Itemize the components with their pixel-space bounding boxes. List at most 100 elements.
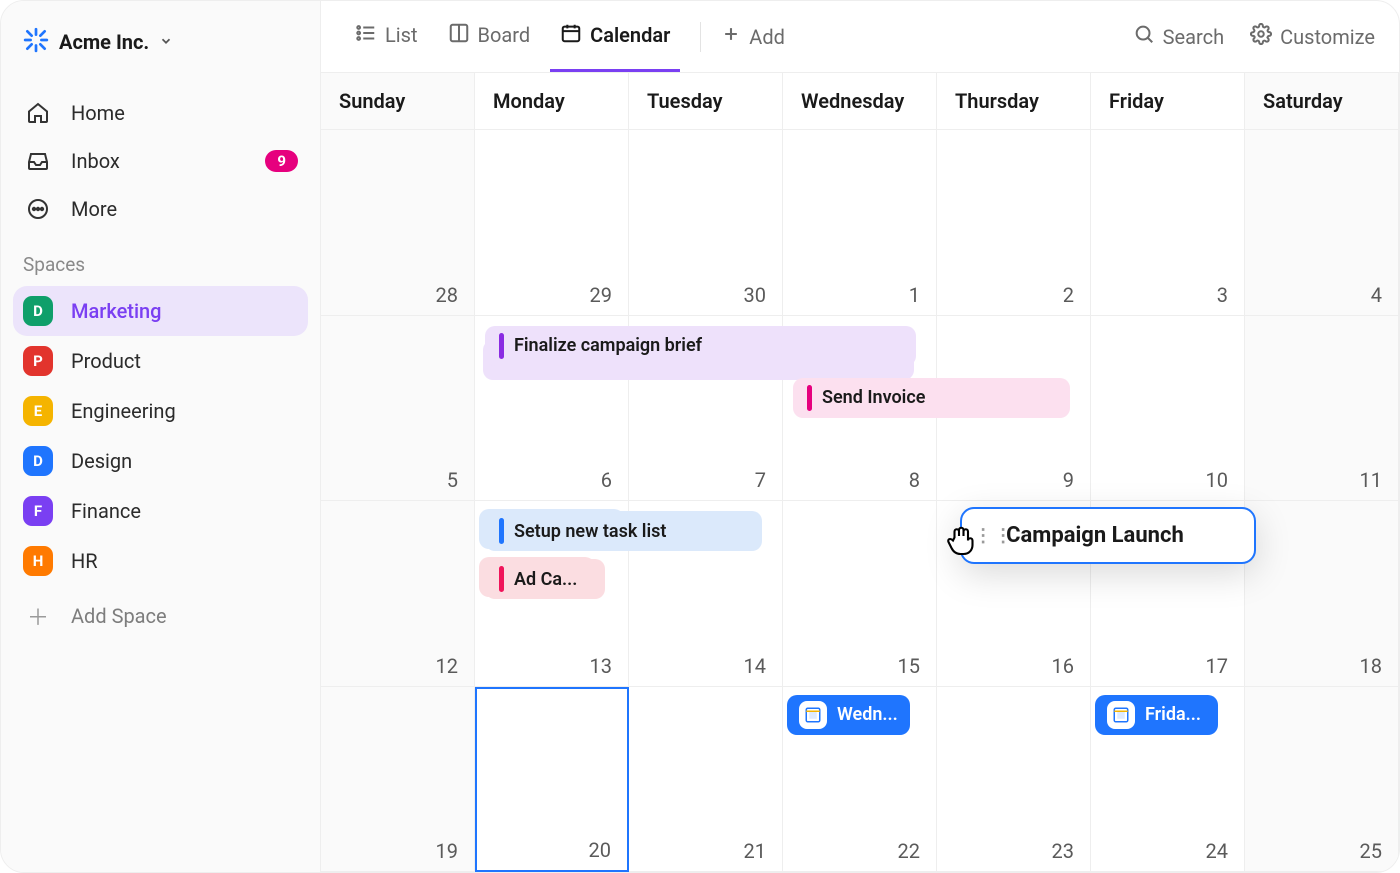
calendar-grid: 28 29 30 1 2 3 4 5 6 7 8 9 10 11 12 bbox=[321, 130, 1399, 872]
tab-label: List bbox=[385, 23, 418, 47]
calendar-cell[interactable]: 1 bbox=[783, 130, 937, 316]
event-gcal-wednesday[interactable]: Wedn... bbox=[787, 695, 910, 735]
primary-nav: Home Inbox 9 More bbox=[13, 89, 308, 233]
main: List Board Calendar Add Search bbox=[321, 1, 1399, 872]
spaces-heading: Spaces bbox=[13, 233, 308, 286]
calendar-header: Sunday Monday Tuesday Wednesday Thursday… bbox=[321, 73, 1399, 130]
calendar-cell[interactable]: 23 bbox=[937, 687, 1091, 873]
space-product[interactable]: P Product bbox=[13, 336, 308, 386]
dragging-event-card[interactable]: ⋮⋮ Campaign Launch bbox=[960, 507, 1256, 564]
calendar-cell[interactable]: 10 bbox=[1091, 316, 1245, 502]
calendar-icon bbox=[560, 22, 582, 49]
list-icon bbox=[355, 22, 377, 49]
add-view-label: Add bbox=[749, 25, 785, 49]
add-space-label: Add Space bbox=[71, 604, 167, 628]
day-header-tue: Tuesday bbox=[629, 73, 783, 130]
tab-board[interactable]: Board bbox=[438, 1, 541, 72]
calendar-cell[interactable]: 5 bbox=[321, 316, 475, 502]
topbar: List Board Calendar Add Search bbox=[321, 1, 1399, 73]
more-icon bbox=[23, 197, 53, 221]
cursor-grab-icon bbox=[944, 521, 980, 561]
day-header-sat: Saturday bbox=[1245, 73, 1399, 130]
space-label: Marketing bbox=[71, 299, 162, 323]
day-header-sun: Sunday bbox=[321, 73, 475, 130]
customize-button[interactable]: Customize bbox=[1250, 23, 1375, 50]
calendar-cell[interactable]: 15 bbox=[783, 501, 937, 687]
chevron-down-icon bbox=[159, 33, 173, 52]
nav-inbox[interactable]: Inbox 9 bbox=[13, 137, 308, 185]
calendar-cell[interactable]: 21 bbox=[629, 687, 783, 873]
plus-icon bbox=[721, 24, 741, 49]
calendar-cell[interactable]: 11 bbox=[1245, 316, 1399, 502]
space-chip: E bbox=[23, 396, 53, 426]
calendar-cell[interactable]: 19 bbox=[321, 687, 475, 873]
event-setup-task-list[interactable]: Setup new task list bbox=[485, 511, 762, 551]
gcal-icon bbox=[799, 701, 827, 729]
calendar-cell[interactable]: 2 bbox=[937, 130, 1091, 316]
calendar-cell[interactable]: 18 bbox=[1245, 501, 1399, 687]
day-header-mon: Monday bbox=[475, 73, 629, 130]
tab-label: Board bbox=[478, 23, 531, 47]
space-label: Engineering bbox=[71, 399, 176, 423]
calendar-cell[interactable]: 29 bbox=[475, 130, 629, 316]
workspace-name: Acme Inc. bbox=[59, 30, 149, 54]
space-label: Product bbox=[71, 349, 141, 373]
tab-calendar[interactable]: Calendar bbox=[550, 1, 680, 72]
search-icon bbox=[1133, 23, 1155, 50]
space-chip: F bbox=[23, 496, 53, 526]
day-header-fri: Friday bbox=[1091, 73, 1245, 130]
event-finalize-brief[interactable]: Finalize campaign brief bbox=[485, 326, 916, 366]
gear-icon bbox=[1250, 23, 1272, 50]
workspace-switcher[interactable]: Acme Inc. bbox=[13, 21, 308, 63]
calendar-cell[interactable]: 12 bbox=[321, 501, 475, 687]
calendar-cell[interactable]: 30 bbox=[629, 130, 783, 316]
inbox-badge: 9 bbox=[265, 150, 298, 172]
drag-handle-icon[interactable]: ⋮⋮ bbox=[974, 525, 1014, 546]
space-chip: D bbox=[23, 296, 53, 326]
nav-label: More bbox=[71, 197, 117, 221]
nav-label: Inbox bbox=[71, 149, 120, 173]
calendar-cell[interactable]: Wedn... 22 bbox=[783, 687, 937, 873]
event-ad-campaign[interactable]: Ad Ca... bbox=[485, 559, 605, 599]
space-chip: P bbox=[23, 346, 53, 376]
space-hr[interactable]: H HR bbox=[13, 536, 308, 586]
calendar-cell-today[interactable]: 20 bbox=[475, 687, 629, 873]
space-finance[interactable]: F Finance bbox=[13, 486, 308, 536]
calendar-cell[interactable]: 28 bbox=[321, 130, 475, 316]
calendar-cell[interactable]: 25 bbox=[1245, 687, 1399, 873]
day-header-thu: Thursday bbox=[937, 73, 1091, 130]
calendar-cell[interactable]: Frida... 24 bbox=[1091, 687, 1245, 873]
logo-icon bbox=[23, 27, 49, 57]
tab-label: Calendar bbox=[590, 23, 670, 47]
inbox-icon bbox=[23, 149, 53, 173]
space-label: HR bbox=[71, 549, 98, 573]
calendar-cell[interactable]: 3 bbox=[1091, 130, 1245, 316]
nav-label: Home bbox=[71, 101, 125, 125]
spaces-list: D Marketing P Product E Engineering D De… bbox=[13, 286, 308, 586]
separator bbox=[700, 22, 701, 52]
space-design[interactable]: D Design bbox=[13, 436, 308, 486]
nav-home[interactable]: Home bbox=[13, 89, 308, 137]
calendar: Sunday Monday Tuesday Wednesday Thursday… bbox=[321, 73, 1399, 872]
gcal-icon bbox=[1107, 701, 1135, 729]
nav-more[interactable]: More bbox=[13, 185, 308, 233]
search-button[interactable]: Search bbox=[1133, 23, 1224, 50]
home-icon bbox=[23, 101, 53, 125]
space-chip: H bbox=[23, 546, 53, 576]
space-engineering[interactable]: E Engineering bbox=[13, 386, 308, 436]
day-header-wed: Wednesday bbox=[783, 73, 937, 130]
space-marketing[interactable]: D Marketing bbox=[13, 286, 308, 336]
calendar-cell[interactable]: 4 bbox=[1245, 130, 1399, 316]
space-label: Finance bbox=[71, 499, 141, 523]
event-send-invoice[interactable]: Send Invoice bbox=[793, 378, 1070, 418]
plus-icon: ＋ bbox=[23, 600, 53, 632]
event-gcal-friday[interactable]: Frida... bbox=[1095, 695, 1218, 735]
add-view-button[interactable]: Add bbox=[721, 24, 785, 49]
space-chip: D bbox=[23, 446, 53, 476]
add-space-button[interactable]: ＋ Add Space bbox=[13, 586, 308, 646]
search-label: Search bbox=[1163, 25, 1224, 49]
tab-list[interactable]: List bbox=[345, 1, 428, 72]
sidebar: Acme Inc. Home Inbox 9 bbox=[1, 1, 321, 872]
board-icon bbox=[448, 22, 470, 49]
customize-label: Customize bbox=[1280, 25, 1375, 49]
